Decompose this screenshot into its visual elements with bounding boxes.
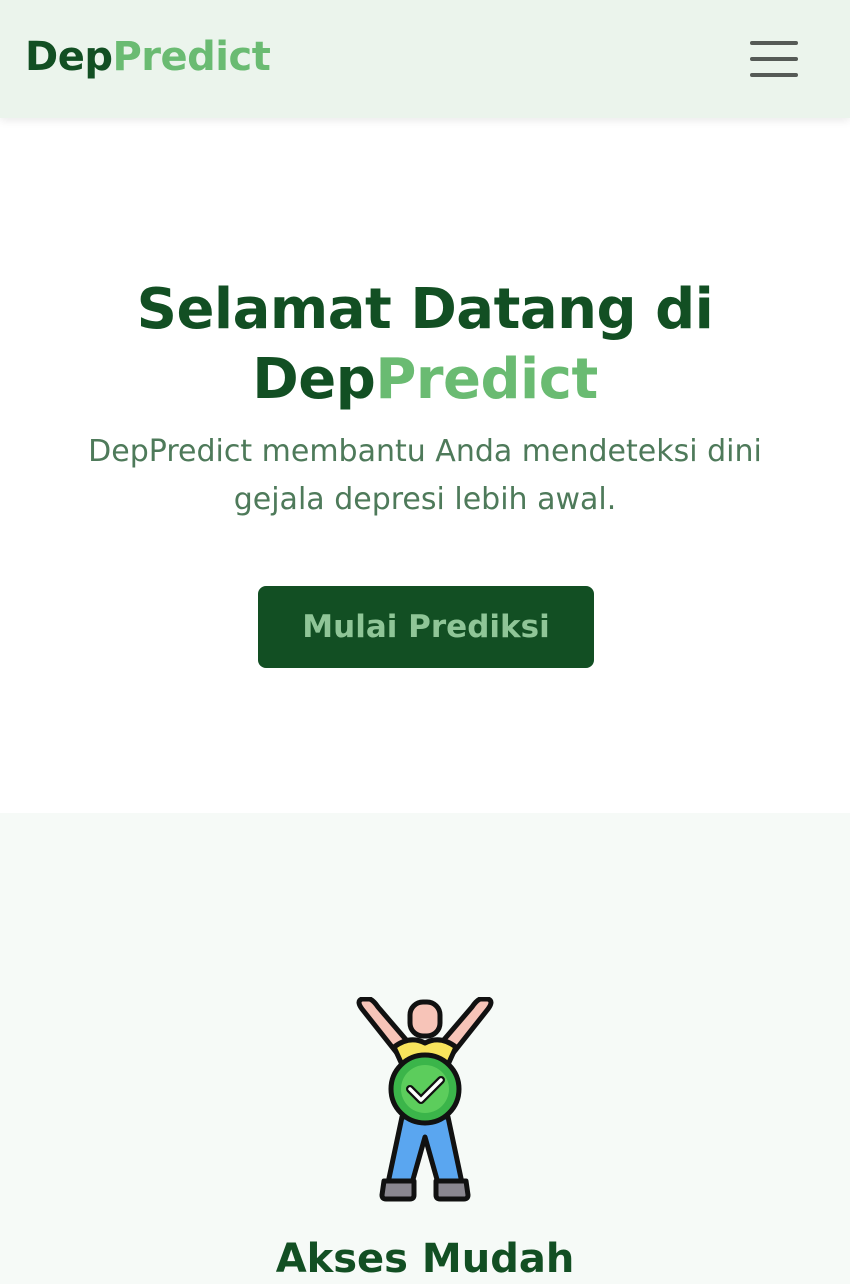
hero-title-dep: Dep	[252, 347, 376, 412]
hero-title-predict: Predict	[375, 347, 598, 412]
menu-line	[750, 57, 798, 61]
brand-name-dep: Dep	[25, 34, 113, 80]
navbar: DepPredict	[0, 0, 850, 118]
features-section: Akses Mudah	[0, 813, 850, 1284]
hero-title-line1: Selamat Datang di	[136, 277, 714, 342]
hero-title: Selamat Datang di DepPredict	[0, 275, 850, 415]
feature-title: Akses Mudah	[275, 1236, 575, 1282]
person-checkmark-icon	[340, 996, 510, 1209]
menu-line	[750, 41, 798, 45]
brand-name-predict: Predict	[112, 34, 271, 80]
hero-description: DepPredict membantu Anda mendeteksi dini…	[88, 434, 762, 517]
menu-line	[750, 73, 798, 77]
brand-logo[interactable]: DepPredict	[25, 32, 271, 82]
hamburger-menu-icon[interactable]	[746, 36, 802, 82]
hero-section: Selamat Datang di DepPredict DepPredict …	[0, 118, 850, 813]
start-prediction-button[interactable]: Mulai Prediksi	[258, 586, 594, 668]
